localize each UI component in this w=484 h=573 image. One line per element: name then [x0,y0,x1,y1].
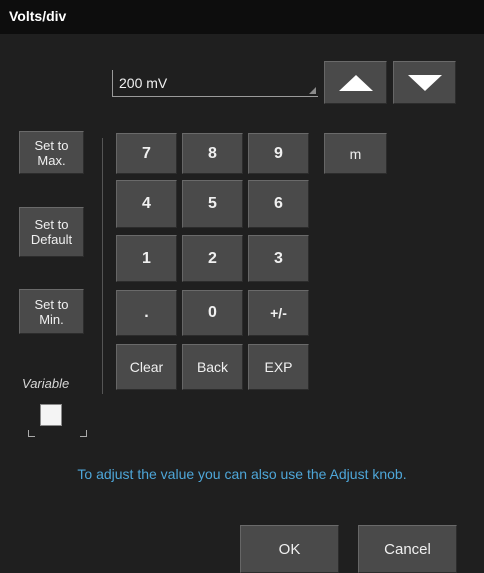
set-to-min-label: Set to Min. [34,296,69,327]
key-3[interactable]: 3 [248,235,309,282]
set-to-default-button[interactable]: Set to Default [19,207,84,257]
set-to-max-label: Set to Max. [34,137,69,168]
set-to-min-button[interactable]: Set to Min. [19,289,84,334]
key-milli[interactable]: m [324,133,387,174]
key-plus-minus[interactable]: +/- [248,290,309,336]
clear-button[interactable]: Clear [116,344,177,390]
key-0[interactable]: 0 [182,290,243,336]
key-2[interactable]: 2 [182,235,243,282]
cancel-button[interactable]: Cancel [358,525,457,573]
triangle-down-icon [407,74,442,91]
corner-bracket-left [28,430,35,437]
key-9[interactable]: 9 [248,133,309,174]
decrement-button[interactable] [393,61,456,104]
increment-button[interactable] [324,61,387,104]
key-6[interactable]: 6 [248,180,309,228]
set-to-default-label: Set to Default [30,217,73,247]
key-8[interactable]: 8 [182,133,243,174]
exp-button[interactable]: EXP [248,344,309,390]
hint-text: To adjust the value you can also use the… [77,466,407,482]
value-text: 200 mV [119,75,168,91]
value-field[interactable]: 200 mV [112,70,318,97]
set-to-max-button[interactable]: Set to Max. [19,131,84,174]
title-bar: Volts/div [0,0,484,34]
back-button[interactable]: Back [182,344,243,390]
resize-corner-icon [309,87,316,94]
key-7[interactable]: 7 [116,133,177,174]
key-5[interactable]: 5 [182,180,243,228]
ok-button[interactable]: OK [240,525,339,573]
corner-bracket-right [80,430,87,437]
variable-checkbox[interactable] [40,404,62,426]
key-1[interactable]: 1 [116,235,177,282]
triangle-up-icon [338,74,373,91]
window-title: Volts/div [9,8,67,24]
key-decimal[interactable]: . [116,290,177,336]
divider [102,138,103,394]
key-4[interactable]: 4 [116,180,177,228]
variable-label: Variable [22,376,70,391]
